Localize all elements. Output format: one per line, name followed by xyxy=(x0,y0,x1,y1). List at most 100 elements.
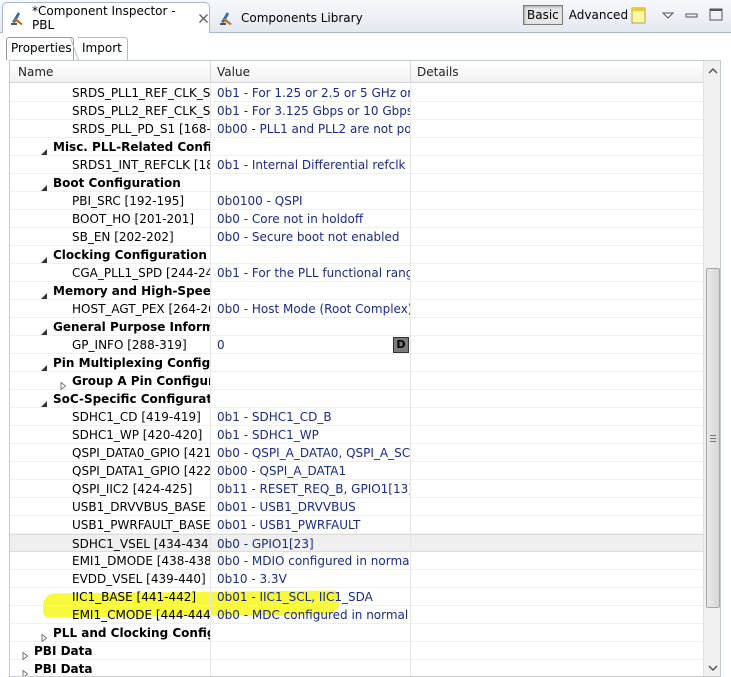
table-row[interactable]: SRDS_PLL2_REF_CLK_SEL_S 0b1 - For 3.125 G… xyxy=(10,102,703,120)
table-row[interactable]: SB_EN [202-202] 0b0 - Secure boot not ena… xyxy=(10,228,703,246)
value-cell xyxy=(211,660,411,676)
tree-group-row[interactable]: PBI Data xyxy=(10,642,703,660)
value-cell[interactable]: 0b1 - SDHC1_CD_B xyxy=(211,408,411,426)
tree-group-row[interactable]: Group A Pin Configuration xyxy=(10,372,703,390)
scroll-up-icon[interactable] xyxy=(704,63,720,80)
value-cell[interactable]: 0b0 - Core not in holdoff xyxy=(211,210,411,228)
row-name-label: PLL and Clocking Configuratio xyxy=(53,626,210,640)
scrollbar-thumb[interactable] xyxy=(706,268,720,608)
tree-group-row[interactable]: Misc. PLL-Related Configurati xyxy=(10,138,703,156)
value-cell[interactable]: 0b01 - USB1_DRVVBUS xyxy=(211,498,411,516)
tree-group-row[interactable]: General Purpose Information xyxy=(10,318,703,336)
table-row[interactable]: SDHC1_CD [419-419] 0b1 - SDHC1_CD_B xyxy=(10,408,703,426)
collapsed-triangle-icon[interactable] xyxy=(40,629,48,642)
expanded-triangle-icon[interactable] xyxy=(40,287,48,299)
value-cell[interactable]: 0b0 - Host Mode (Root Complex) xyxy=(211,300,411,318)
tree-group-row[interactable]: Boot Configuration xyxy=(10,174,703,192)
value-cell[interactable]: 0b0 - MDC configured in normal f... xyxy=(211,606,411,624)
table-row[interactable]: SRDS_PLL_PD_S1 [168-169] 0b00 - PLL1 and … xyxy=(10,120,703,138)
table-row[interactable]: QSPI_IIC2 [424-425] 0b11 - RESET_REQ_B, G… xyxy=(10,480,703,498)
table-row[interactable]: USB1_PWRFAULT_BASE [4 0b01 - USB1_PWRFAUL… xyxy=(10,516,703,534)
value-cell[interactable]: 0b0 - GPIO1[23] xyxy=(211,535,411,553)
advanced-mode-button[interactable]: Advanced xyxy=(565,5,632,25)
collapsed-triangle-icon[interactable] xyxy=(21,665,29,676)
basic-mode-button[interactable]: Basic xyxy=(523,5,563,25)
value-cell[interactable]: 0b01 - IIC1_SCL, IIC1_SDA xyxy=(211,588,411,606)
table-row[interactable]: PBI_SRC [192-195] 0b0100 - QSPI xyxy=(10,192,703,210)
tree-group-row[interactable]: Memory and High-Speed I/O xyxy=(10,282,703,300)
collapsed-triangle-icon[interactable] xyxy=(59,377,67,390)
table-row[interactable]: SRDS_PLL1_REF_CLK_SEL_S 0b1 - For 1.25 or… xyxy=(10,84,703,102)
value-cell[interactable]: 0D xyxy=(211,336,411,354)
tree-group-row[interactable]: PLL and Clocking Configuratio xyxy=(10,624,703,642)
row-value-label: 0b10 - 3.3V xyxy=(217,572,287,586)
name-cell: Clocking Configuration xyxy=(10,246,211,264)
tree-group-row[interactable]: PBI Data xyxy=(10,660,703,676)
value-cell[interactable]: 0b1 - For 1.25 or 2.5 or 5 GHz or 3 ... xyxy=(211,84,411,102)
column-header-name[interactable]: Name xyxy=(10,61,211,83)
view-menu-icon[interactable] xyxy=(659,5,677,25)
value-cell[interactable]: 0b0 - MDIO configured in normal f... xyxy=(211,552,411,570)
table-row[interactable]: EVDD_VSEL [439-440] 0b10 - 3.3V xyxy=(10,570,703,588)
tree-group-row[interactable]: Pin Multiplexing Configuratio xyxy=(10,354,703,372)
name-cell: USB1_DRVVBUS_BASE [429 xyxy=(10,498,211,516)
row-name-label: EVDD_VSEL [439-440] xyxy=(72,572,206,586)
table-row[interactable]: EMI1_CMODE [444-444] 0b0 - MDC configured… xyxy=(10,606,703,624)
value-cell[interactable]: 0b00 - QSPI_A_DATA1 xyxy=(211,462,411,480)
details-cell xyxy=(411,624,703,642)
tab-component-inspector[interactable]: *Component Inspector - PBL xyxy=(2,2,210,33)
row-value-label: 0b1 - Internal Differential refclk (12..… xyxy=(217,158,410,172)
components-library-icon xyxy=(218,9,236,27)
expanded-triangle-icon[interactable] xyxy=(40,251,48,263)
table-row[interactable]: CGA_PLL1_SPD [244-244] 0b1 - For the PLL … xyxy=(10,264,703,282)
column-header-value[interactable]: Value xyxy=(211,61,411,83)
maximize-icon[interactable] xyxy=(707,5,725,25)
value-cell[interactable]: 0b0 - Secure boot not enabled xyxy=(211,228,411,246)
table-row[interactable]: GP_INFO [288-319] 0 D xyxy=(10,336,703,354)
table-row[interactable]: BOOT_HO [201-201] 0b0 - Core not in holdo… xyxy=(10,210,703,228)
details-cell xyxy=(411,300,703,318)
expanded-triangle-icon[interactable] xyxy=(40,359,48,371)
table-row[interactable]: SRDS1_INT_REFCLK [189-1 0b1 - Internal Di… xyxy=(10,156,703,174)
table-row[interactable]: QSPI_DATA0_GPIO [421-42 0b0 - QSPI_A_DATA… xyxy=(10,444,703,462)
tab-import[interactable]: Import xyxy=(78,37,128,60)
value-cell[interactable]: 0b00 - PLL1 and PLL2 are not pow... xyxy=(211,120,411,138)
row-value-label: 0b01 - USB1_PWRFAULT xyxy=(217,518,361,532)
name-cell: SRDS1_INT_REFCLK [189-1 xyxy=(10,156,211,174)
value-cell[interactable]: 0b10 - 3.3V xyxy=(211,570,411,588)
expanded-triangle-icon[interactable] xyxy=(40,395,48,407)
minimize-icon[interactable] xyxy=(683,5,701,25)
collapsed-triangle-icon[interactable] xyxy=(21,647,29,660)
value-cell[interactable]: 0b1 - SDHC1_WP xyxy=(211,426,411,444)
table-row[interactable]: SDHC1_WP [420-420] 0b1 - SDHC1_WP xyxy=(10,426,703,444)
grip-line xyxy=(710,435,716,436)
new-note-icon[interactable] xyxy=(630,5,648,25)
tree-group-row[interactable]: Clocking Configuration xyxy=(10,246,703,264)
row-value-label: 0b01 - IIC1_SCL, IIC1_SDA xyxy=(217,590,373,604)
table-row[interactable]: HOST_AGT_PEX [264-264] 0b0 - Host Mode (R… xyxy=(10,300,703,318)
expanded-triangle-icon[interactable] xyxy=(40,179,48,191)
table-row[interactable]: EMI1_DMODE [438-438] 0b0 - MDIO configure… xyxy=(10,552,703,570)
close-icon[interactable] xyxy=(198,13,209,24)
value-cell[interactable]: 0b1 - For the PLL functional range. xyxy=(211,264,411,282)
table-row[interactable]: SDHC1_VSEL [434-434] 0b0 - GPIO1[23] xyxy=(10,534,703,553)
scroll-down-icon[interactable] xyxy=(704,659,720,676)
value-cell[interactable]: 0b1 - For 3.125 Gbps or 10 Gbps Pr... xyxy=(211,102,411,120)
table-row[interactable]: USB1_DRVVBUS_BASE [429 0b01 - USB1_DRVVBU… xyxy=(10,498,703,516)
table-row[interactable]: IIC1_BASE [441-442] 0b01 - IIC1_SCL, IIC1… xyxy=(10,588,703,606)
expanded-triangle-icon[interactable] xyxy=(40,323,48,335)
column-header-details[interactable]: Details xyxy=(411,61,703,83)
value-cell[interactable]: 0b11 - RESET_REQ_B, GPIO1[13] xyxy=(211,480,411,498)
expanded-triangle-icon[interactable] xyxy=(40,143,48,155)
row-name-label: Misc. PLL-Related Configurati xyxy=(53,140,211,154)
vertical-scrollbar[interactable] xyxy=(703,61,720,676)
table-row[interactable]: QSPI_DATA1_GPIO [422-42 0b00 - QSPI_A_DAT… xyxy=(10,462,703,480)
value-cell[interactable]: 0b0100 - QSPI xyxy=(211,192,411,210)
tree-group-row[interactable]: SoC-Specific Configuration xyxy=(10,390,703,408)
value-cell[interactable]: 0b0 - QSPI_A_DATA0, QSPI_A_SCK,... xyxy=(211,444,411,462)
value-cell[interactable]: 0b1 - Internal Differential refclk (12..… xyxy=(211,156,411,174)
tab-properties[interactable]: Properties xyxy=(6,37,74,60)
tab-components-library[interactable]: Components Library xyxy=(212,3,372,32)
decimal-format-button[interactable]: D xyxy=(393,337,409,353)
value-cell[interactable]: 0b01 - USB1_PWRFAULT xyxy=(211,516,411,534)
